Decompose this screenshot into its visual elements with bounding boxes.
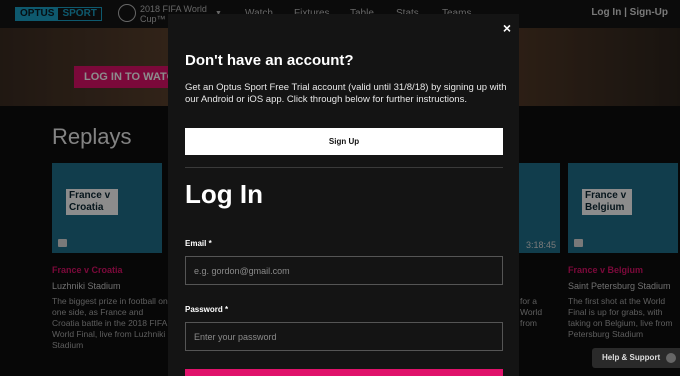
email-label: Email * — [185, 239, 212, 248]
login-modal: × Don't have an account? Get an Optus Sp… — [168, 14, 519, 376]
close-icon[interactable]: × — [503, 20, 511, 36]
sign-up-button[interactable]: Sign Up — [185, 128, 503, 155]
divider — [185, 167, 503, 168]
email-field[interactable] — [185, 256, 503, 285]
login-heading: Log In — [185, 179, 263, 209]
help-icon — [666, 353, 676, 363]
help-support-button[interactable]: Help & Support — [592, 348, 680, 368]
password-label: Password * — [185, 305, 229, 314]
help-support-label: Help & Support — [602, 353, 661, 362]
login-submit-button[interactable] — [185, 369, 503, 376]
password-field[interactable] — [185, 322, 503, 351]
free-trial-text: Get an Optus Sport Free Trial account (v… — [185, 82, 507, 105]
no-account-heading: Don't have an account? — [185, 52, 354, 69]
